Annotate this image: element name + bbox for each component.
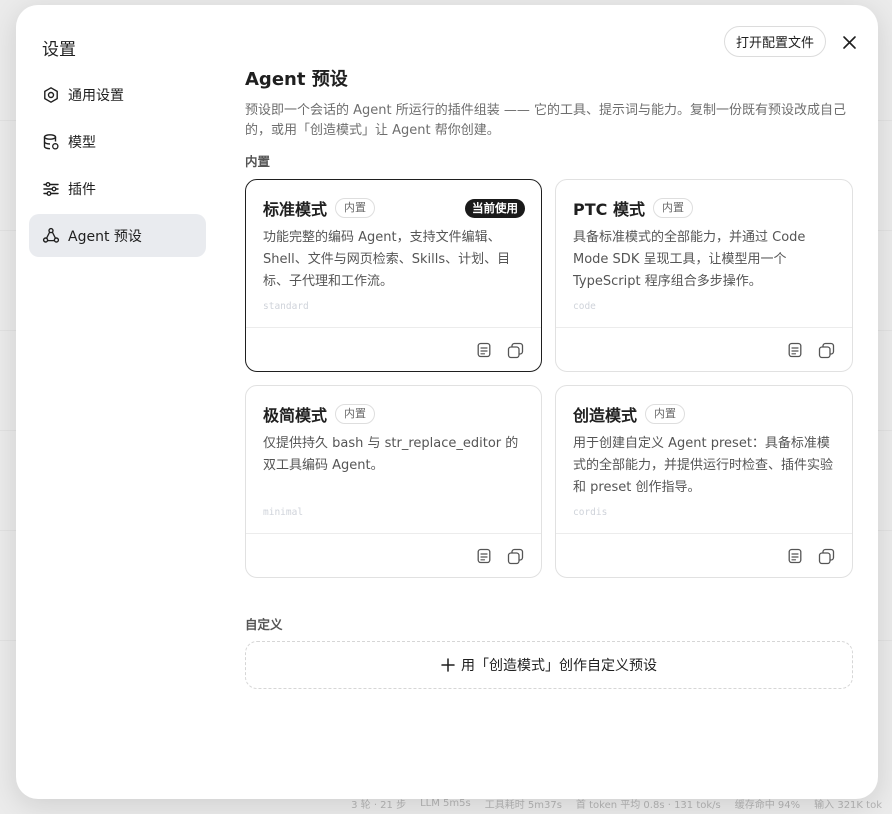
preset-name: 创造模式 <box>573 406 638 425</box>
document-icon <box>477 548 490 564</box>
builtin-badge: 内置 <box>335 404 376 424</box>
copy-icon <box>507 342 524 358</box>
preset-id: minimal <box>263 507 304 518</box>
preset-description: 功能完整的编码 Agent，支持文件编辑、Shell、文件与网页检索、Skill… <box>263 230 511 289</box>
nav-item-plugins[interactable]: 插件 <box>29 167 206 210</box>
close-icon <box>842 35 856 49</box>
builtin-badge: 内置 <box>335 198 376 218</box>
view-preset-button[interactable] <box>474 547 493 566</box>
preset-description: 用于创建自定义 Agent preset：具备标准模式的全部能力，并提供运行时检… <box>573 436 834 495</box>
duplicate-preset-button[interactable] <box>506 341 525 360</box>
current-badge: 当前使用 <box>465 198 525 218</box>
card-header: 标准模式 内置 当前使用 <box>263 196 525 220</box>
nav-item-label: 通用设置 <box>68 87 124 104</box>
preset-card-standard[interactable]: 标准模式 内置 当前使用 功能完整的编码 Agent，支持文件编辑、Shell、… <box>245 179 542 372</box>
card-actions <box>246 327 541 371</box>
agent-icon <box>42 227 60 243</box>
document-icon <box>788 548 801 564</box>
section-label-builtin: 内置 <box>245 154 271 169</box>
copy-icon <box>818 548 835 564</box>
preset-description: 具备标准模式的全部能力，并通过 Code Mode SDK 呈现工具，让模型用一… <box>573 230 806 289</box>
close-button[interactable] <box>838 31 860 53</box>
nav-item-general[interactable]: 通用设置 <box>29 73 206 116</box>
preset-name: PTC 模式 <box>573 200 645 219</box>
database-icon <box>43 133 59 150</box>
page-description: 预设即一个会话的 Agent 所运行的插件组装 —— 它的工具、提示词与能力。复… <box>245 103 847 138</box>
preset-card-minimal[interactable]: 极简模式 内置 仅提供持久 bash 与 str_replace_editor … <box>245 385 542 578</box>
view-preset-button[interactable] <box>785 341 804 360</box>
card-actions <box>556 533 852 577</box>
section-label-custom: 自定义 <box>245 617 283 632</box>
card-header: PTC 模式 内置 <box>573 196 836 220</box>
preset-id: standard <box>263 301 309 312</box>
duplicate-preset-button[interactable] <box>817 547 836 566</box>
card-actions <box>556 327 852 371</box>
preset-description: 仅提供持久 bash 与 str_replace_editor 的双工具编码 A… <box>263 436 519 473</box>
settings-nav: 通用设置 模型 插件 Agent 预设 <box>29 73 206 261</box>
preset-card-cordis[interactable]: 创造模式 内置 用于创建自定义 Agent preset：具备标准模式的全部能力… <box>555 385 853 578</box>
page-title: Agent 预设 <box>245 69 348 90</box>
plus-icon <box>441 658 455 672</box>
nav-item-models[interactable]: 模型 <box>29 120 206 163</box>
preset-card-code[interactable]: PTC 模式 内置 具备标准模式的全部能力，并通过 Code Mode SDK … <box>555 179 853 372</box>
preset-grid: 标准模式 内置 当前使用 功能完整的编码 Agent，支持文件编辑、Shell、… <box>245 179 853 578</box>
open-config-button[interactable]: 打开配置文件 <box>724 26 826 57</box>
duplicate-preset-button[interactable] <box>817 341 836 360</box>
gear-icon <box>44 86 58 103</box>
nav-item-label: Agent 预设 <box>68 228 142 245</box>
document-icon <box>788 342 801 358</box>
nav-item-label: 插件 <box>68 181 96 198</box>
create-custom-preset-button[interactable]: 用「创造模式」创作自定义预设 <box>245 641 853 689</box>
copy-icon <box>507 548 524 564</box>
status-llm: LLM 5m5s <box>420 797 471 809</box>
preset-name: 极简模式 <box>263 406 328 425</box>
nav-item-agent-presets[interactable]: Agent 预设 <box>29 214 206 257</box>
card-actions <box>246 533 541 577</box>
builtin-badge: 内置 <box>645 404 686 424</box>
create-preset-label: 用「创造模式」创作自定义预设 <box>461 658 657 674</box>
copy-icon <box>818 342 835 358</box>
preset-id: cordis <box>573 507 608 518</box>
preset-id: code <box>573 301 596 312</box>
sliders-icon <box>43 181 59 196</box>
duplicate-preset-button[interactable] <box>506 547 525 566</box>
preset-name: 标准模式 <box>263 200 328 219</box>
modal-title: 设置 <box>42 40 76 60</box>
view-preset-button[interactable] <box>785 547 804 566</box>
card-header: 创造模式 内置 <box>573 402 836 426</box>
card-header: 极简模式 内置 <box>263 402 525 426</box>
document-icon <box>477 342 490 358</box>
builtin-badge: 内置 <box>652 198 693 218</box>
settings-modal: 设置 打开配置文件 通用设置 模型 插件 Agent 预设 Agent 预设 预… <box>16 5 878 799</box>
agent-presets-panel: Agent 预设 预设即一个会话的 Agent 所运行的插件组装 —— 它的工具… <box>245 65 853 689</box>
nav-item-label: 模型 <box>68 134 96 151</box>
view-preset-button[interactable] <box>474 341 493 360</box>
